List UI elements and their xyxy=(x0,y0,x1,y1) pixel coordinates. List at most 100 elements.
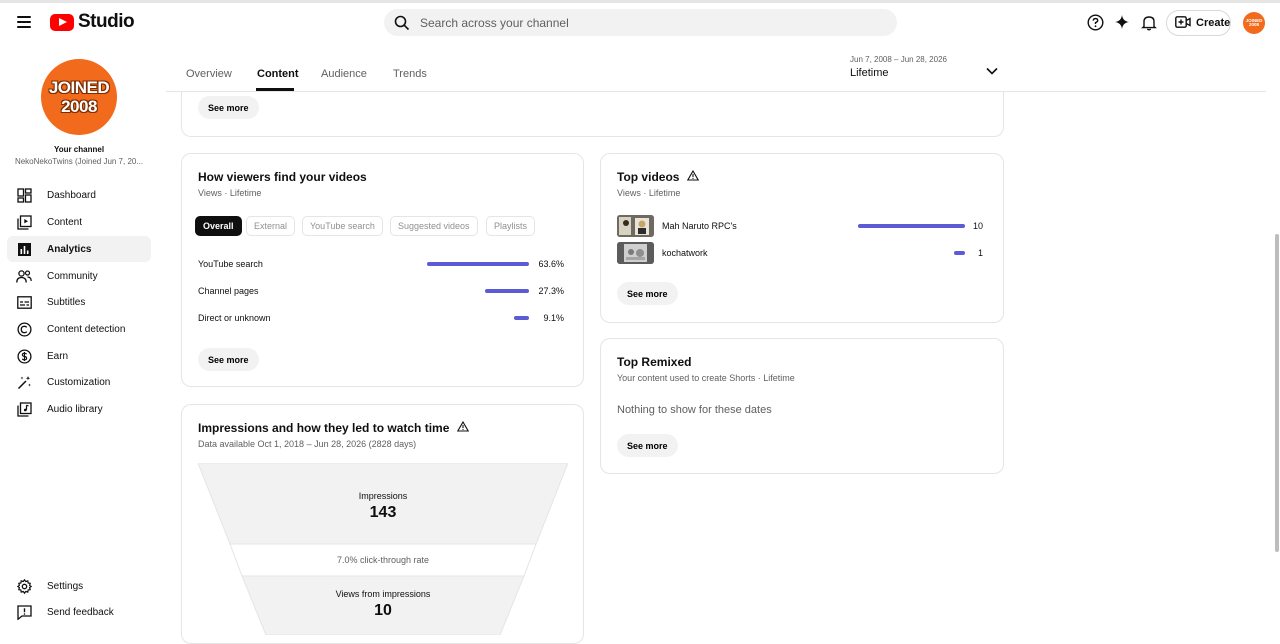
card-title-text: Top Remixed xyxy=(617,355,692,369)
video-views-value: 10 xyxy=(972,221,983,231)
card-title: Top Remixed xyxy=(617,355,691,369)
funnel-views-value: 10 xyxy=(374,602,392,619)
impressions-funnel: Impressions 143 7.0% click-through rate … xyxy=(198,463,568,635)
card-title-text: Top videos xyxy=(617,170,680,184)
warning-icon[interactable] xyxy=(687,169,700,184)
sidebar-item-dashboard[interactable]: Dashboard xyxy=(7,182,151,208)
sidebar-item-label: Audio library xyxy=(47,403,103,415)
sidebar-item-content-detection[interactable]: Content detection xyxy=(7,316,151,342)
card-title: Impressions and how they led to watch ti… xyxy=(198,420,470,435)
see-more-button[interactable]: See more xyxy=(617,434,678,457)
video-row[interactable]: kochatwork 1 xyxy=(617,242,983,264)
video-views-value: 1 xyxy=(977,248,983,258)
channel-name: NekoNekoTwins (Joined Jun 7, 20... xyxy=(14,157,144,166)
chip-external[interactable]: External xyxy=(246,216,296,236)
card-title: How viewers find your videos xyxy=(198,170,367,184)
card-title-text: How viewers find your videos xyxy=(198,170,367,184)
help-icon[interactable] xyxy=(1086,13,1104,31)
top-videos-card: Top videos Views · Lifetime Mah Naruto R… xyxy=(600,153,1004,323)
sidebar-item-label: Earn xyxy=(47,350,69,362)
traffic-row-bar xyxy=(485,289,529,293)
scrollbar-thumb[interactable] xyxy=(1275,234,1279,552)
chip-overall[interactable]: Overall xyxy=(195,216,242,236)
warning-icon[interactable] xyxy=(457,420,470,435)
sidebar: JOINED 2008 Your channel NekoNekoTwins (… xyxy=(0,41,160,632)
traffic-row-bar xyxy=(514,316,529,320)
date-range-label: Lifetime xyxy=(850,67,889,79)
card-title: Top videos xyxy=(617,169,700,184)
video-title[interactable]: kochatwork xyxy=(662,248,708,258)
sidebar-item-settings[interactable]: Settings xyxy=(7,573,151,599)
video-title[interactable]: Mah Naruto RPC's xyxy=(662,221,737,231)
create-button[interactable]: Create xyxy=(1166,10,1231,36)
sidebar-item-label: Community xyxy=(47,270,98,282)
sidebar-item-label: Dashboard xyxy=(47,189,96,201)
sidebar-item-earn[interactable]: Earn xyxy=(7,343,151,369)
chip-youtube-search[interactable]: YouTube search xyxy=(302,216,383,236)
sparkle-icon[interactable] xyxy=(1113,13,1131,31)
funnel-impressions-value: 143 xyxy=(369,504,397,521)
analytics-tabs: Overview Content Audience Trends Jun 7, … xyxy=(166,41,1266,92)
sidebar-item-analytics[interactable]: Analytics xyxy=(7,236,151,262)
subtitles-icon xyxy=(16,294,32,310)
traffic-row-label: Channel pages xyxy=(198,286,259,296)
traffic-row-label: Direct or unknown xyxy=(198,313,271,323)
search-icon[interactable] xyxy=(384,15,420,31)
tab-trends[interactable]: Trends xyxy=(393,68,427,80)
audio-library-icon xyxy=(16,401,32,417)
chip-suggested-videos[interactable]: Suggested videos xyxy=(390,216,478,236)
search-input[interactable]: Search across your channel xyxy=(384,9,897,36)
sidebar-item-label: Settings xyxy=(47,580,84,592)
video-views-bar xyxy=(954,251,965,255)
customization-icon xyxy=(16,374,32,390)
channel-avatar-line2: 2008 xyxy=(61,97,97,116)
channel-avatar[interactable]: JOINED 2008 xyxy=(41,59,117,135)
channel-avatar-line1: JOINED xyxy=(48,78,110,97)
sidebar-item-content[interactable]: Content xyxy=(7,209,151,235)
content-detection-icon xyxy=(16,321,32,337)
youtube-logo-icon xyxy=(50,13,74,31)
sidebar-item-audio-library[interactable]: Audio library xyxy=(7,396,151,422)
tab-content[interactable]: Content xyxy=(257,68,299,80)
logo-text: Studio xyxy=(78,11,135,32)
chip-playlists[interactable]: Playlists xyxy=(486,216,536,236)
dashboard-icon xyxy=(16,187,32,203)
chevron-down-icon[interactable] xyxy=(986,62,998,80)
studio-logo[interactable]: Studio xyxy=(50,11,135,33)
sidebar-item-customization[interactable]: Customization xyxy=(7,369,151,395)
tab-audience[interactable]: Audience xyxy=(321,68,367,80)
tab-overview[interactable]: Overview xyxy=(186,68,232,80)
empty-state-text: Nothing to show for these dates xyxy=(617,404,772,416)
see-more-button[interactable]: See more xyxy=(617,282,678,305)
analytics-icon xyxy=(16,241,32,257)
video-thumbnail[interactable] xyxy=(617,215,654,237)
sidebar-item-label: Send feedback xyxy=(47,606,114,618)
funnel-views-label: Views from impressions xyxy=(335,589,431,599)
your-channel-label: Your channel xyxy=(53,145,105,154)
search-placeholder: Search across your channel xyxy=(420,15,569,30)
account-avatar[interactable]: JOINED 2008 xyxy=(1243,12,1265,34)
sidebar-item-community[interactable]: Community xyxy=(7,263,151,289)
sidebar-item-subtitles[interactable]: Subtitles xyxy=(7,289,151,315)
sidebar-item-label: Customization xyxy=(47,376,111,388)
card-title-text: Impressions and how they led to watch ti… xyxy=(198,421,450,435)
menu-icon[interactable] xyxy=(12,10,36,34)
notifications-icon[interactable] xyxy=(1140,13,1158,31)
traffic-row: Channel pages 27.3% xyxy=(198,284,564,298)
card-subtitle: Views · Lifetime xyxy=(198,188,262,198)
active-tab-indicator xyxy=(256,88,294,91)
see-more-button[interactable]: See more xyxy=(198,96,259,119)
video-row[interactable]: Mah Naruto RPC's 10 xyxy=(617,215,983,237)
traffic-sources-card: How viewers find your videos Views · Lif… xyxy=(181,153,584,387)
funnel-impressions-label: Impressions xyxy=(358,491,408,501)
funnel-ctr: 7.0% click-through rate xyxy=(336,555,430,565)
video-thumbnail[interactable] xyxy=(617,242,654,264)
traffic-row-value: 27.3% xyxy=(538,286,564,296)
sidebar-item-send-feedback[interactable]: Send feedback xyxy=(7,599,151,625)
traffic-row-value: 63.6% xyxy=(538,259,564,269)
settings-icon xyxy=(16,578,32,594)
see-more-button[interactable]: See more xyxy=(198,348,259,371)
date-range-picker[interactable]: Jun 7, 2008 – Jun 28, 2026 Lifetime xyxy=(850,55,947,79)
create-video-icon xyxy=(1175,15,1191,31)
feedback-icon xyxy=(16,604,32,620)
